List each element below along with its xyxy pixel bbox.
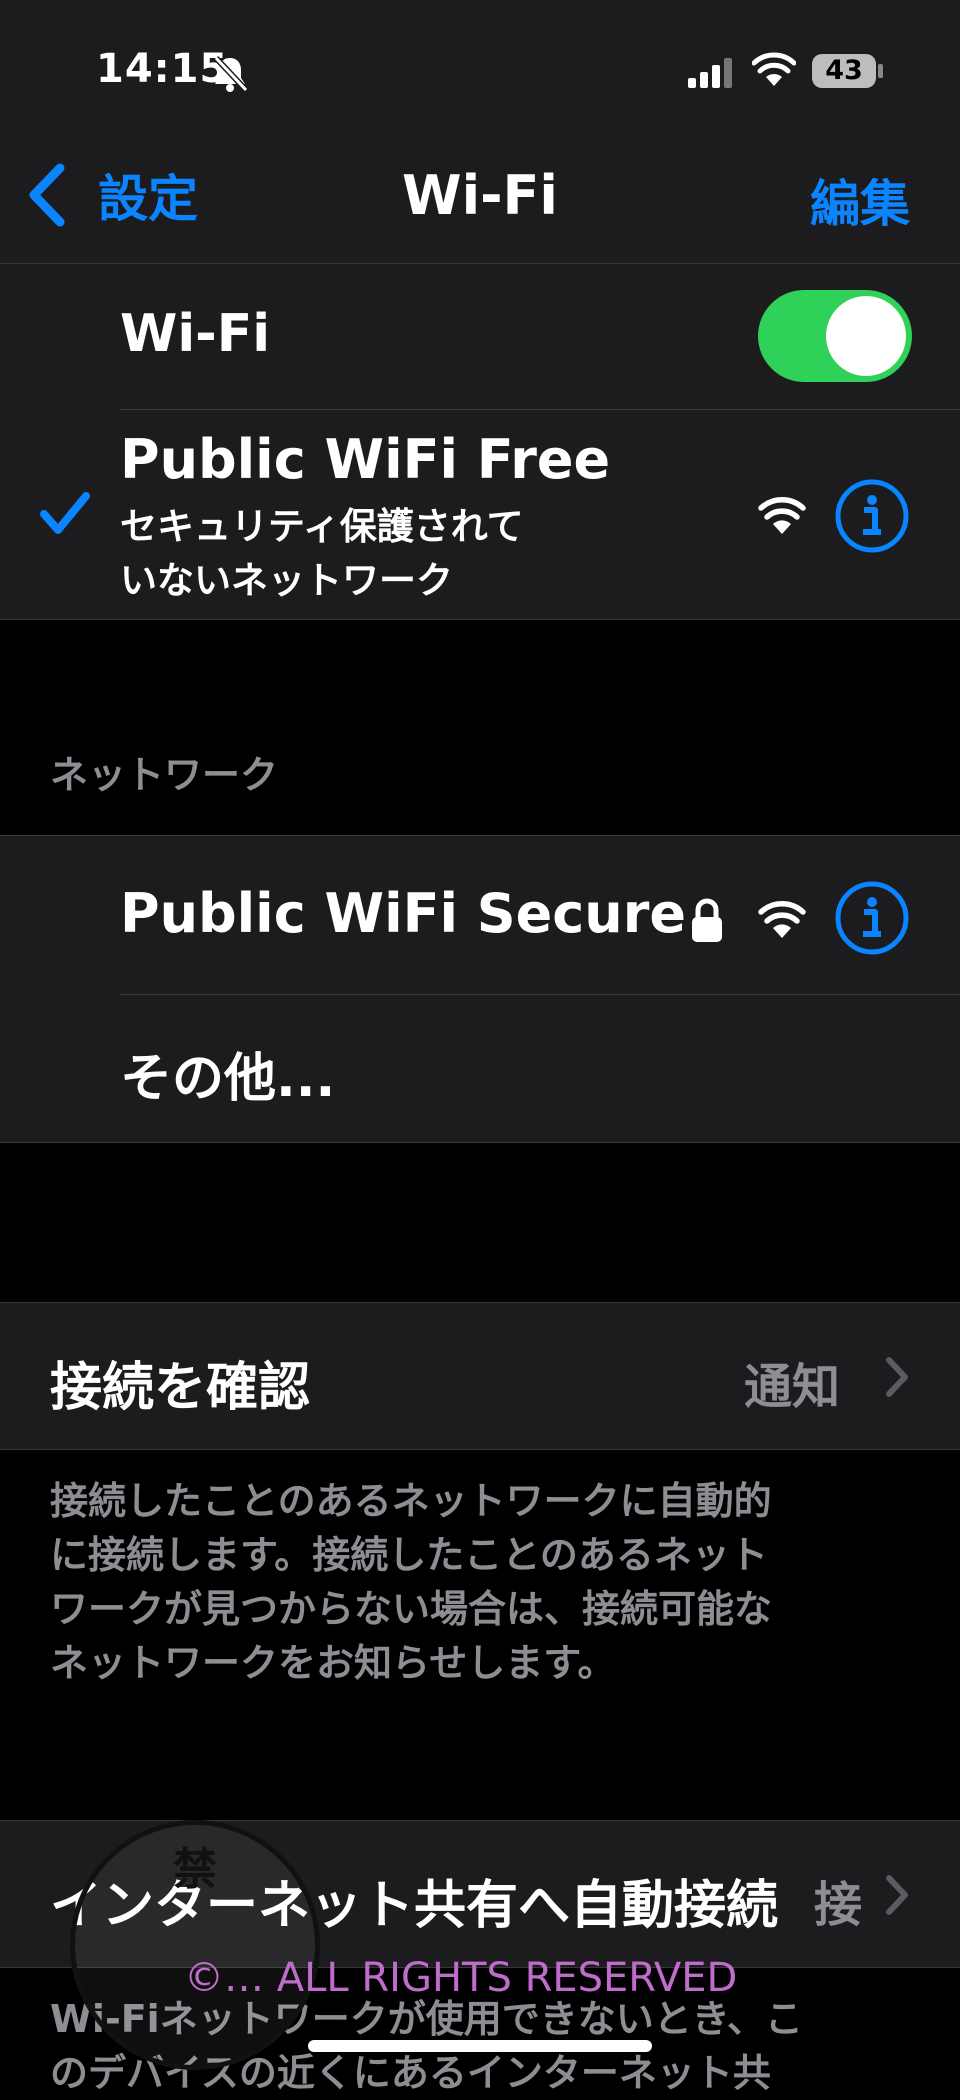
footer-line: ワークが見つからない場合は、接続可能な	[50, 1587, 773, 1631]
ask-to-join-footer: 接続したことのあるネットワークに自動的 に接続します。接続したことのあるネット …	[50, 1474, 910, 1690]
battery-cap-icon	[878, 64, 883, 78]
network-name[interactable]: Public WiFi Secure	[120, 882, 686, 945]
cellular-signal-icon	[688, 58, 732, 88]
watermark-stamp-char: 禁	[173, 1844, 217, 1895]
home-indicator[interactable]	[308, 2040, 652, 2052]
silent-mode-bell-icon	[213, 55, 249, 93]
networks-group: Public WiFi Secure その他...	[0, 835, 960, 1143]
watermark-stamp: 禁	[70, 1820, 320, 2070]
current-network-subtitle-1: セキュリティ保護されて	[120, 505, 524, 548]
wifi-status-icon	[752, 52, 796, 86]
watermark-text: ©… ALL RIGHTS RESERVED	[184, 1955, 738, 2001]
networks-section-header: ネットワーク	[50, 753, 279, 797]
nav-bar: 設定 Wi-Fi 編集	[0, 130, 960, 264]
chevron-right-icon	[886, 1357, 908, 1397]
ask-to-join-row[interactable]: 接続を確認 通知	[0, 1302, 960, 1450]
info-icon[interactable]	[834, 478, 910, 554]
divider	[120, 994, 960, 995]
checkmark-icon	[40, 492, 90, 534]
other-network-button[interactable]: その他...	[120, 1036, 335, 1111]
status-bar: 14:15 43	[0, 0, 960, 130]
battery-icon: 43	[812, 54, 876, 88]
wifi-toggle-label: Wi-Fi	[120, 304, 271, 364]
wifi-signal-icon	[758, 497, 806, 534]
chevron-right-icon	[886, 1875, 908, 1915]
ask-to-join-label: 接続を確認	[50, 1358, 311, 1418]
toggle-knob	[826, 296, 906, 376]
lock-icon	[692, 898, 722, 942]
battery-level: 43	[825, 55, 863, 86]
footer-line: ネットワークをお知らせします。	[50, 1641, 616, 1685]
wifi-toggle-switch[interactable]	[758, 290, 912, 382]
current-network-subtitle-2: いないネットワーク	[120, 559, 453, 602]
wifi-signal-icon	[758, 901, 806, 938]
divider	[0, 619, 960, 620]
auto-hotspot-value: 接	[814, 1877, 863, 1933]
divider	[120, 409, 960, 410]
ask-to-join-value: 通知	[744, 1359, 841, 1415]
info-icon[interactable]	[834, 880, 910, 956]
footer-line: に接続します。接続したことのあるネット	[50, 1533, 768, 1577]
current-network-name: Public WiFi Free	[120, 428, 611, 491]
footer-line: 接続したことのあるネットワークに自動的	[50, 1479, 772, 1523]
edit-button[interactable]: 編集	[810, 164, 910, 236]
